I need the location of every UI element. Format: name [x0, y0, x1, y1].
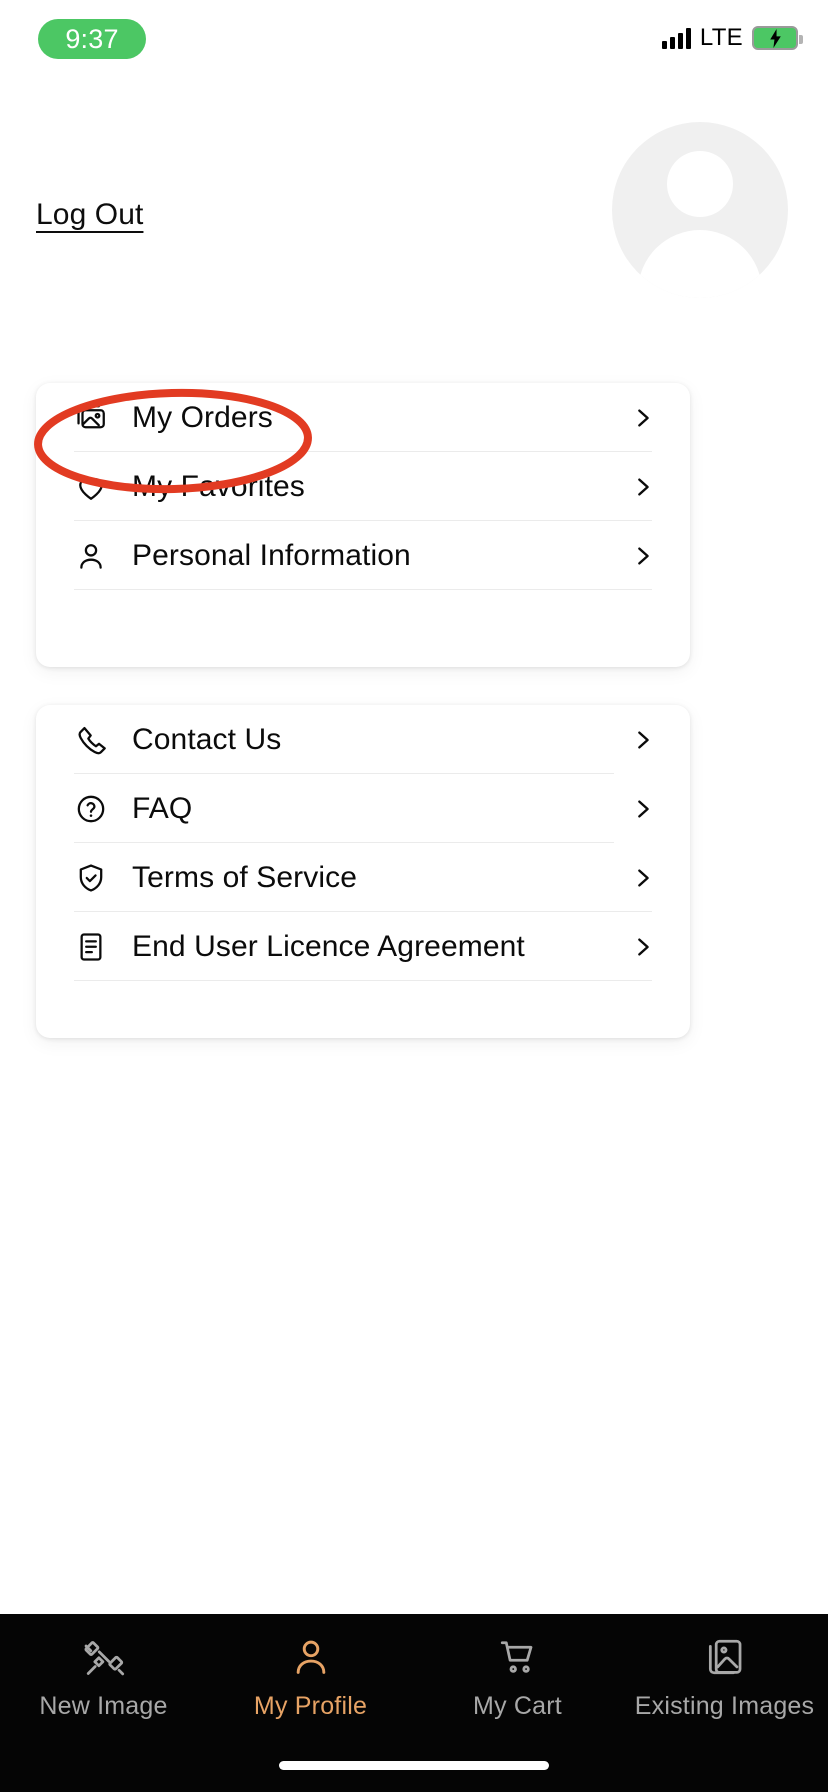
status-time-pill[interactable]: 9:37 [38, 19, 146, 59]
row-divider [74, 589, 652, 590]
tab-new-image[interactable]: New Image [0, 1632, 207, 1721]
chevron-right-icon [632, 407, 654, 429]
menu-item-label: Terms of Service [132, 860, 357, 894]
shield-check-icon [74, 861, 114, 895]
menu-item-label: My Orders [132, 400, 273, 434]
images-stack-icon [74, 401, 114, 435]
bottom-tab-bar: New Image My Profile My Cart Existing Im… [0, 1614, 828, 1792]
tab-my-cart[interactable]: My Cart [414, 1632, 621, 1721]
support-menu-card: Contact Us FAQ Terms of Service End User… [36, 705, 690, 1038]
home-indicator[interactable] [279, 1761, 549, 1770]
menu-item-label: FAQ [132, 791, 193, 825]
chevron-right-icon [632, 476, 654, 498]
menu-item-personal-information[interactable]: Personal Information [36, 521, 690, 590]
avatar[interactable] [612, 122, 788, 298]
person-icon [289, 1632, 333, 1682]
person-icon [74, 539, 114, 573]
menu-item-my-favorites[interactable]: My Favorites [36, 452, 690, 521]
cellular-signal-icon [661, 27, 691, 49]
profile-header: Log Out [0, 96, 828, 366]
tab-label: New Image [39, 1692, 168, 1720]
menu-item-label: Personal Information [132, 538, 411, 572]
log-out-link[interactable]: Log Out [36, 198, 143, 232]
chevron-right-icon [632, 867, 654, 889]
images-stack-icon [703, 1632, 747, 1682]
chevron-right-icon [632, 936, 654, 958]
network-type-label: LTE [699, 24, 743, 51]
menu-item-label: End User Licence Agreement [132, 929, 525, 963]
status-time: 9:37 [65, 23, 119, 54]
avatar-head-shape [667, 151, 733, 217]
chevron-right-icon [632, 798, 654, 820]
tab-label: Existing Images [634, 1692, 815, 1720]
chevron-right-icon [632, 545, 654, 567]
menu-item-faq[interactable]: FAQ [36, 774, 690, 843]
menu-item-terms-of-service[interactable]: Terms of Service [36, 843, 690, 912]
phone-icon [74, 723, 114, 757]
menu-item-my-orders[interactable]: My Orders [36, 383, 690, 452]
tab-my-profile[interactable]: My Profile [207, 1632, 414, 1721]
heart-icon [74, 470, 114, 504]
menu-item-end-user-licence-agreement[interactable]: End User Licence Agreement [36, 912, 690, 981]
avatar-body-shape [638, 230, 762, 298]
tab-existing-images[interactable]: Existing Images [621, 1632, 828, 1721]
shopping-cart-icon [496, 1632, 540, 1682]
menu-item-contact-us[interactable]: Contact Us [36, 705, 690, 774]
row-divider [74, 980, 652, 981]
tab-label: My Profile [253, 1692, 368, 1720]
chevron-right-icon [632, 729, 654, 751]
account-menu-card: My Orders My Favorites Personal Informat… [36, 383, 690, 667]
question-circle-icon [74, 792, 114, 826]
status-indicators: LTE [661, 24, 803, 52]
menu-item-label: Contact Us [132, 722, 282, 756]
document-icon [74, 930, 114, 964]
status-bar: 9:37 LTE [0, 0, 828, 96]
satellite-icon [82, 1632, 126, 1682]
menu-item-label: My Favorites [132, 469, 305, 503]
tab-label: My Cart [473, 1692, 562, 1720]
app-screen: 9:37 LTE Log Out My Orders My Favorites … [0, 0, 828, 1792]
battery-charging-icon [752, 26, 803, 50]
